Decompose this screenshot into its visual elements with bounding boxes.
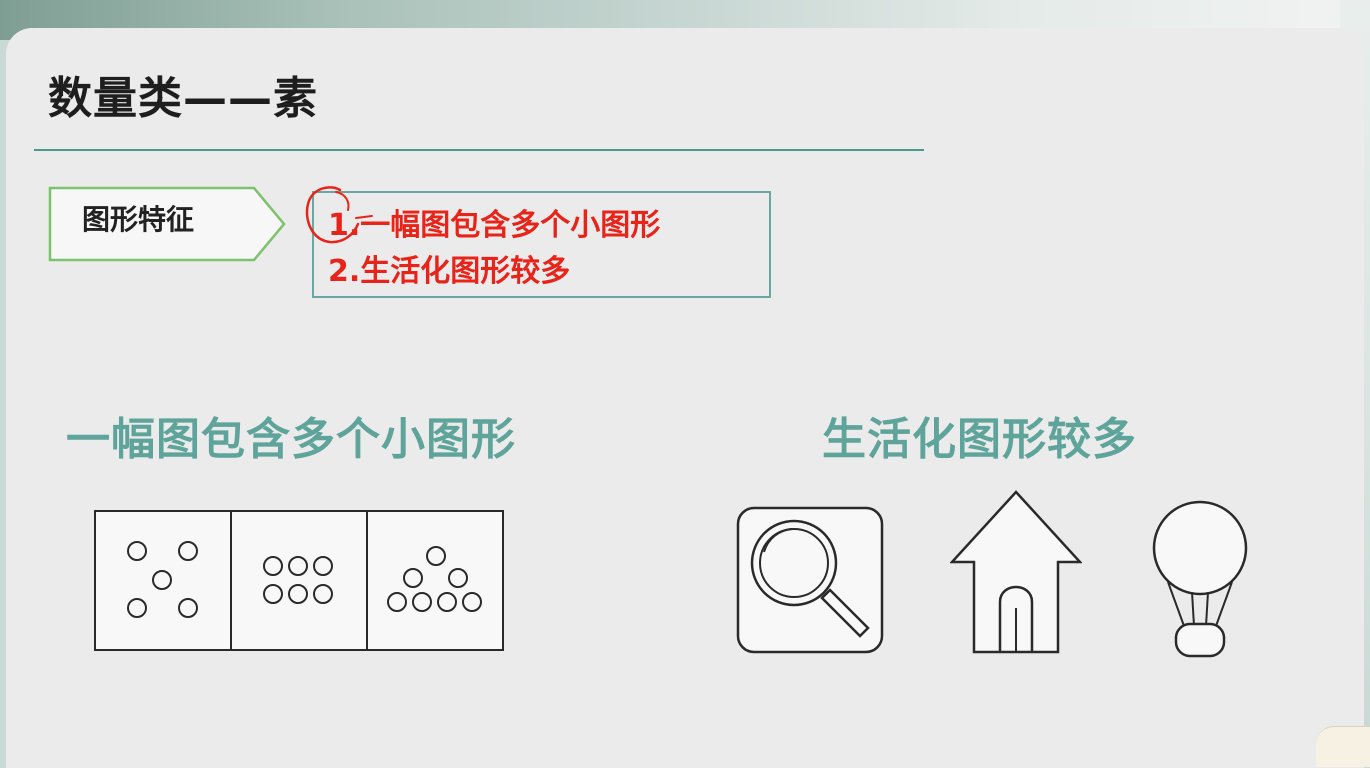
handwritten-circle-mark [305,186,373,244]
section-title-right: 生活化图形较多 [822,414,1137,465]
page-curl-corner [1316,726,1370,767]
dot-figure-strip [94,510,504,651]
tag-label: 图形特征 [82,203,195,236]
hot-air-balloon-icon [1152,500,1248,658]
feature-item-1: 1.一幅图包含多个小图形 [328,208,661,243]
title-divider [34,149,924,151]
magnifier-icon [736,506,884,654]
slide-title: 数量类——素 [48,73,318,124]
feature-item-2: 2.生活化图形较多 [328,254,571,289]
house-icon [950,490,1082,654]
section-title-left: 一幅图包含多个小图形 [66,414,516,465]
